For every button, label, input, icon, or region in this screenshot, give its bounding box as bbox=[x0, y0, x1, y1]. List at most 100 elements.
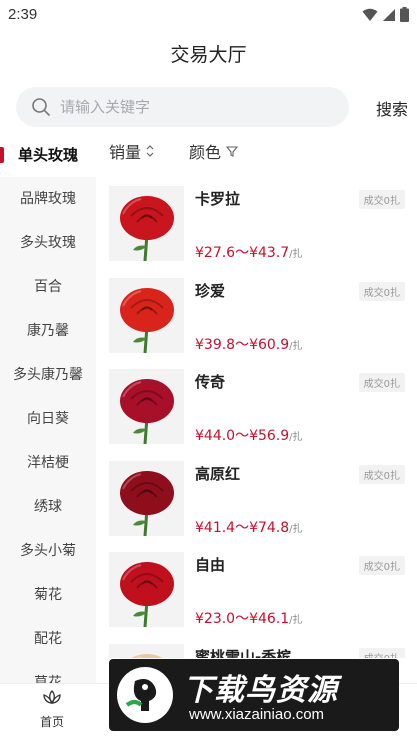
product-price: ¥44.0～¥56.9/扎 bbox=[195, 425, 303, 445]
product-name: 传奇 bbox=[195, 373, 226, 392]
category-item[interactable]: 百合 bbox=[0, 265, 96, 309]
product-list: 卡罗拉 成交0扎 ¥27.6～¥43.7/扎 珍爱 成交0扎 ¥39.8～¥60.9/扎传… bbox=[96, 172, 417, 658]
product-name: 卡罗拉 bbox=[195, 190, 241, 208]
sort-by-sales[interactable]: 销量 bbox=[109, 139, 156, 163]
sort-arrows-icon bbox=[146, 145, 154, 157]
product-row[interactable]: 自由 成交0扎 ¥23.0～¥46.1/扎 bbox=[96, 538, 417, 630]
signal-icon bbox=[383, 8, 395, 21]
category-item[interactable]: 配花 bbox=[0, 617, 96, 661]
watermark-url: www.xiazainiao.com bbox=[189, 706, 325, 723]
status-time: 2:39 bbox=[8, 6, 38, 23]
watermark-banner: 下载鸟资源 www.xiazainiao.com bbox=[109, 659, 399, 731]
category-sidebar: 单头玫瑰品牌玫瑰多头玫瑰百合康乃馨多头康乃馨向日葵洋桔梗绣球多头小菊菊花配花草花 bbox=[0, 133, 96, 683]
product-image bbox=[109, 552, 184, 628]
price-unit: /扎 bbox=[289, 249, 303, 260]
category-item[interactable]: 多头小菊 bbox=[0, 529, 96, 573]
product-image bbox=[109, 369, 184, 445]
rose-photo bbox=[109, 369, 184, 445]
home-flower-icon bbox=[43, 690, 61, 705]
status-bar: 2:39 bbox=[0, 0, 417, 30]
product-price: ¥27.6～¥43.7/扎 bbox=[195, 242, 303, 262]
price-unit: /扎 bbox=[289, 340, 303, 352]
product-row[interactable]: 高原红 成交0扎 ¥41.4～¥74.8/扎 bbox=[96, 447, 417, 539]
rose-photo bbox=[109, 643, 184, 658]
sales-badge: 成交0扎 bbox=[358, 647, 405, 658]
search-icon bbox=[32, 98, 50, 116]
search-button[interactable]: 搜索 bbox=[376, 96, 408, 120]
category-label: 配花 bbox=[34, 631, 62, 647]
product-row[interactable]: 传奇 成交0扎 ¥44.0～¥56.9/扎 bbox=[96, 355, 417, 447]
filter-by-color[interactable]: 颜色 bbox=[189, 139, 239, 163]
category-label: 菊花 bbox=[34, 587, 62, 603]
nav-home-label: 首页 bbox=[39, 715, 64, 729]
product-row[interactable]: 珍爱 成交0扎 ¥39.8～¥60.9/扎 bbox=[96, 264, 417, 356]
product-row[interactable]: 蜜桃雪山-香槟 成交0扎 bbox=[96, 630, 417, 658]
product-image bbox=[109, 460, 184, 536]
category-label: 草花 bbox=[34, 675, 62, 683]
category-item[interactable]: 品牌玫瑰 bbox=[0, 177, 96, 221]
price-unit: /扎 bbox=[289, 523, 303, 535]
product-name: 高原红 bbox=[195, 464, 241, 483]
active-indicator bbox=[0, 147, 4, 163]
product-image bbox=[109, 186, 184, 261]
category-label: 洋桔梗 bbox=[27, 455, 69, 471]
product-image bbox=[109, 643, 184, 658]
product-price: ¥23.0～¥46.1/扎 bbox=[195, 608, 303, 628]
category-item[interactable]: 绣球 bbox=[0, 485, 96, 529]
category-item[interactable]: 洋桔梗 bbox=[0, 441, 96, 485]
price-range: ¥44.0～¥56.9 bbox=[195, 428, 290, 445]
category-label: 多头玫瑰 bbox=[20, 235, 76, 251]
product-name: 蜜桃雪山-香槟 bbox=[195, 647, 292, 658]
price-unit: /扎 bbox=[289, 432, 303, 444]
category-label: 品牌玫瑰 bbox=[20, 191, 76, 207]
price-unit: /扎 bbox=[289, 615, 303, 627]
search-row: 搜索 bbox=[16, 87, 408, 127]
filter-icon bbox=[225, 146, 239, 157]
category-item[interactable]: 菊花 bbox=[0, 573, 96, 617]
category-label: 多头康乃馨 bbox=[13, 367, 83, 383]
wifi-icon bbox=[362, 8, 378, 21]
sales-badge: 成交0扎 bbox=[358, 373, 405, 393]
category-label: 多头小菊 bbox=[20, 543, 76, 559]
category-item[interactable]: 多头玫瑰 bbox=[0, 221, 96, 265]
sales-badge: 成交0扎 bbox=[358, 190, 405, 209]
sort-bar: 销量 颜色 bbox=[96, 133, 417, 167]
sales-badge: 成交0扎 bbox=[358, 556, 405, 576]
status-icons bbox=[362, 7, 409, 22]
price-range: ¥27.6～¥43.7 bbox=[195, 245, 290, 261]
product-name: 自由 bbox=[195, 556, 226, 575]
price-range: ¥41.4～¥74.8 bbox=[195, 519, 290, 536]
product-image bbox=[109, 277, 184, 353]
filter-color-label: 颜色 bbox=[189, 143, 222, 162]
battery-icon bbox=[400, 7, 409, 22]
product-price: ¥39.8～¥60.9/扎 bbox=[195, 334, 303, 354]
price-range: ¥23.0～¥46.1 bbox=[195, 611, 290, 628]
category-item[interactable]: 多头康乃馨 bbox=[0, 353, 96, 397]
nav-home[interactable]: 首页 bbox=[26, 688, 78, 730]
page-title: 交易大厅 bbox=[170, 44, 247, 66]
rose-photo bbox=[109, 552, 184, 628]
category-label: 康乃馨 bbox=[27, 323, 69, 339]
category-item[interactable]: 向日葵 bbox=[0, 397, 96, 441]
product-row[interactable]: 卡罗拉 成交0扎 ¥27.6～¥43.7/扎 bbox=[96, 172, 417, 264]
product-name: 珍爱 bbox=[195, 281, 226, 300]
search-input[interactable] bbox=[60, 87, 330, 127]
price-range: ¥39.8～¥60.9 bbox=[195, 336, 290, 353]
product-price: ¥41.4～¥74.8/扎 bbox=[195, 517, 303, 537]
watermark-title: 下载鸟资源 bbox=[183, 673, 338, 708]
category-label: 单头玫瑰 bbox=[17, 146, 78, 164]
sort-sales-label: 销量 bbox=[109, 143, 142, 162]
sales-badge: 成交0扎 bbox=[358, 281, 405, 301]
category-item[interactable]: 草花 bbox=[0, 661, 96, 683]
search-box[interactable] bbox=[16, 87, 349, 127]
rose-photo bbox=[109, 277, 184, 353]
category-label: 绣球 bbox=[34, 499, 62, 515]
rose-photo bbox=[109, 460, 184, 536]
category-item[interactable]: 康乃馨 bbox=[0, 309, 96, 353]
rose-photo bbox=[109, 186, 184, 261]
sales-badge: 成交0扎 bbox=[358, 464, 405, 484]
category-label: 向日葵 bbox=[27, 411, 69, 427]
bird-logo-icon bbox=[117, 667, 173, 723]
category-item[interactable]: 单头玫瑰 bbox=[0, 133, 96, 177]
category-label: 百合 bbox=[34, 279, 62, 295]
